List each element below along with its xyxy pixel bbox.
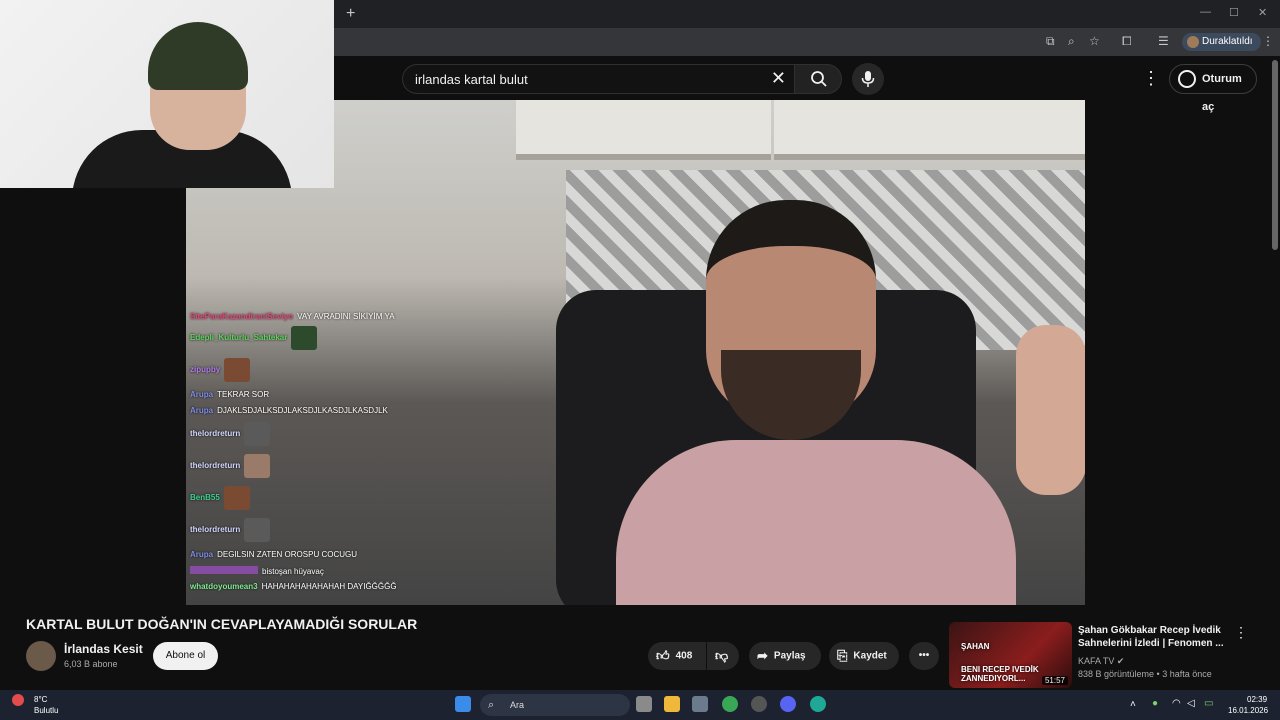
verified-icon: ✔ [1116, 656, 1125, 666]
chat-line: thelordreturn [190, 518, 271, 542]
windows-taskbar: 8°C Bulutlu ⌕ Ara ˄ ● ◠ ◁ ▭ 02:39 16.01.… [0, 690, 1280, 720]
kitchen-cabinet [774, 100, 1085, 160]
bookmark-icon: ⎘ [837, 648, 848, 663]
voice-search-button[interactable] [852, 63, 884, 95]
microphone-icon [861, 71, 875, 87]
thumbs-up-icon: 👍︎ [656, 648, 670, 663]
tab-search-icon[interactable]: ☰ [1158, 34, 1169, 48]
chat-line: BenB55 [190, 486, 250, 510]
chat-line: SiteParaKazandiraniSeviyo VAY AVRADINI Sİ… [190, 312, 395, 321]
raised-hand [1016, 325, 1085, 495]
like-count: 408 [675, 650, 693, 662]
weather-temp: 8°C [34, 695, 48, 704]
start-icon[interactable] [455, 696, 471, 712]
page-scrollbar[interactable] [1272, 60, 1278, 250]
thumbnail-name-text: ŞAHAN [961, 642, 990, 651]
microphone-tray-icon[interactable]: ● [1152, 698, 1158, 709]
chat-line: thelordreturn [190, 454, 271, 478]
clock-time[interactable]: 02:39 [1247, 695, 1267, 704]
tray-chevron-icon[interactable]: ˄ [1130, 699, 1136, 710]
clear-search-icon[interactable]: ✕ [771, 68, 786, 89]
edge-icon[interactable] [810, 696, 826, 712]
task-view-icon[interactable] [636, 696, 652, 712]
shirt [616, 440, 1016, 605]
weather-icon[interactable] [12, 694, 24, 706]
taskbar-search-placeholder: Ara [510, 700, 525, 710]
settings-icon[interactable] [692, 696, 708, 712]
profile-avatar [1187, 36, 1199, 48]
volume-icon[interactable]: ◁ [1187, 698, 1195, 709]
video-title: KARTAL BULUT DOĞAN'IN CEVAPLAYAMADIĞI SO… [26, 616, 418, 632]
subscriber-count: 6,03 B abone [64, 659, 118, 669]
more-actions-button[interactable]: ••• [909, 642, 939, 670]
clock-date: 16.01.2026 [1228, 706, 1269, 715]
recommended-thumbnail[interactable]: ŞAHAN BENI RECEP IVEDİK ZANNEDIYORL... 5… [949, 622, 1072, 688]
minimize-button[interactable]: — [1200, 6, 1211, 18]
file-explorer-icon[interactable] [664, 696, 680, 712]
new-tab-button[interactable]: + [346, 5, 355, 23]
save-button[interactable]: ⎘ Kaydet [829, 642, 899, 670]
profile-status-badge[interactable]: Duraklatıldı [1182, 33, 1261, 51]
chat-emote [244, 454, 271, 478]
wifi-icon[interactable]: ◠ [1172, 698, 1181, 709]
search-icon: ⌕ [488, 699, 495, 711]
subscribe-button[interactable]: Abone ol [153, 642, 218, 670]
extensions-icon[interactable]: ⧠ [1122, 34, 1132, 49]
chat-line: zipupby [190, 358, 251, 382]
dislike-button[interactable]: 👎︎ [707, 642, 739, 670]
like-button[interactable]: 👍︎ 408 [648, 642, 706, 670]
chrome-icon[interactable] [722, 696, 738, 712]
chat-line: Arupa TEKRAR SOR [190, 390, 270, 399]
share-icon: ➦ [757, 648, 768, 663]
share-button[interactable]: ➦ Paylaş [749, 642, 821, 670]
search-input[interactable]: irlandas kartal bulut ✕ [402, 64, 794, 94]
recommended-channel[interactable]: KAFA TV ✔ [1078, 656, 1124, 667]
chat-emote [223, 486, 250, 510]
close-window-button[interactable]: ✕ [1258, 6, 1267, 19]
chat-emote [224, 358, 251, 382]
chat-line: bistoşan hüyavaç [190, 566, 324, 576]
beard [721, 350, 861, 440]
signin-label: Oturum aç [1202, 73, 1242, 113]
streamer [616, 200, 1016, 605]
install-app-icon[interactable]: ⧉ [1046, 34, 1055, 49]
chat-line: Arupa DJAKLSDJALKSDJLAKSDJLKASDJLKASDJLK [190, 406, 388, 415]
chat-line: Edepli_Kulturlu_Sahtekar [190, 326, 318, 350]
search-icon [811, 71, 827, 87]
search-query: irlandas kartal bulut [415, 72, 528, 87]
chat-emote [244, 518, 271, 542]
browser-menu-icon[interactable]: ⋮ [1262, 34, 1274, 48]
chat-emote [291, 326, 318, 350]
search-button[interactable] [794, 64, 842, 94]
zoom-icon[interactable]: ⌕ [1068, 34, 1075, 49]
chat-line: thelordreturn [190, 422, 271, 446]
webcam-overlay [0, 0, 334, 188]
profile-status-label: Duraklatıldı [1202, 36, 1253, 47]
signin-button[interactable]: Oturum aç [1169, 64, 1257, 113]
chat-line: Arupa DEGILSIN ZATEN OROSPU COCUGU [190, 550, 357, 559]
battery-icon[interactable]: ▭ [1204, 698, 1213, 709]
save-label: Kaydet [853, 650, 887, 662]
taskbar-search[interactable]: ⌕ Ara [480, 694, 630, 716]
settings-more-icon[interactable]: ⋮ [1142, 68, 1160, 89]
account-icon [1178, 70, 1196, 88]
maximize-button[interactable]: ☐ [1229, 6, 1239, 19]
bookmark-star-icon[interactable]: ☆ [1089, 34, 1100, 48]
channel-avatar[interactable] [26, 641, 56, 671]
channel-name[interactable]: İrlandas Kesit [64, 642, 143, 656]
video-duration: 51:57 [1041, 676, 1068, 685]
share-label: Paylaş [773, 650, 806, 662]
recommended-meta: 838 B görüntüleme • 3 hafta önce [1078, 669, 1212, 679]
kitchen-cabinet [516, 100, 771, 160]
chat-emote [244, 422, 271, 446]
webcam-beanie [148, 22, 248, 90]
weather-desc: Bulutlu [34, 706, 59, 715]
recommended-more-icon[interactable]: ⋮ [1234, 624, 1248, 641]
app-icon[interactable] [751, 696, 767, 712]
discord-icon[interactable] [780, 696, 796, 712]
chat-line: whatdoyoumean3 HAHAHAHAHAHAHAH DAYIĞĞĞĞĞ [190, 582, 397, 591]
thumbs-down-icon: 👎︎ [715, 648, 729, 663]
recommended-title[interactable]: Şahan Gökbakar Recep İvedik Sahnelerini … [1078, 624, 1228, 650]
